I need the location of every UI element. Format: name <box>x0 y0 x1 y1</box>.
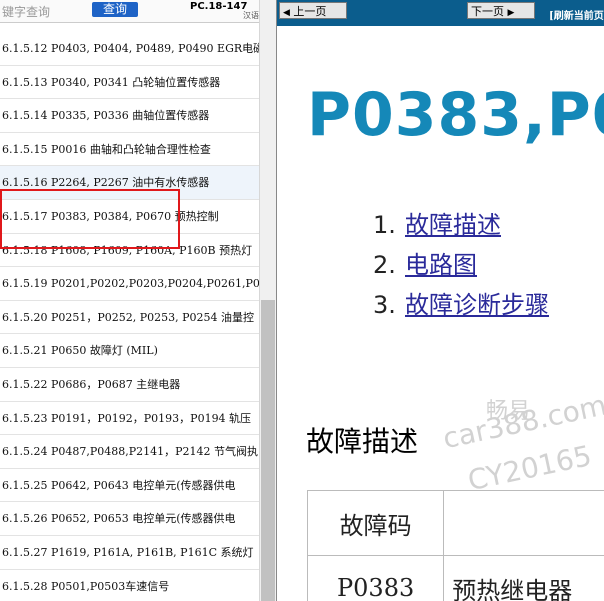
next-page-button[interactable]: 下一页 ▶ <box>467 2 535 19</box>
toc-number: 3. <box>373 291 396 319</box>
toc-item: 3. 故障诊断步骤 <box>373 285 549 325</box>
page-code-sub: 汉语 <box>243 11 259 20</box>
list-item[interactable]: 6.1.5.28 P0501,P0503车速信号 <box>0 570 259 601</box>
toc-link-diagnostic-steps[interactable]: 故障诊断步骤 <box>405 291 549 319</box>
dtc-table: 故障码 P0383 预热继电器 <box>306 490 604 601</box>
scrollbar[interactable] <box>259 0 277 601</box>
list-item[interactable]: 6.1.5.27 P1619, P161A, P161B, P161C 系统灯 <box>0 536 259 570</box>
search-button[interactable]: 查询 <box>92 2 138 17</box>
prev-page-label: 上一页 <box>293 5 327 18</box>
list-item[interactable]: 6.1.5.26 P0652, P0653 电控单元(传感器供电 <box>0 502 259 536</box>
highlight-box <box>0 189 180 249</box>
doc-toc: 1. 故障描述 2. 电路图 3. 故障诊断步骤 <box>373 205 549 325</box>
section-title: 故障描述 <box>306 425 419 458</box>
list-item[interactable]: 6.1.5.15 P0016 曲轴和凸轮轴合理性检查 <box>0 133 259 167</box>
left-pane: 键字查询 查询 PC.18-147 汉语 6.1.5.12 P0403, P04… <box>0 0 259 601</box>
table-cell: P0383 <box>306 555 445 601</box>
list-item[interactable]: 6.1.5.12 P0403, P0404, P0489, P0490 EGR电… <box>0 32 259 66</box>
toc-link-fault-description[interactable]: 故障描述 <box>405 211 501 239</box>
toc-link-circuit-diagram[interactable]: 电路图 <box>405 251 477 279</box>
arrow-right-icon: ▶ <box>507 8 515 18</box>
document-pane: ◀ 上一页 下一页 ▶ [刷新当前页] P0383,P03 1. 故障描述 2. 电… <box>276 0 604 601</box>
list-item[interactable]: 6.1.5.13 P0340, P0341 凸轮轴位置传感器 <box>0 66 259 100</box>
toc-item: 1. 故障描述 <box>373 205 549 245</box>
page-title: P0383,P03 <box>307 80 604 150</box>
scroll-thumb[interactable] <box>261 300 275 601</box>
list-item[interactable]: 6.1.5.14 P0335, P0336 曲轴位置传感器 <box>0 99 259 133</box>
nav-bar: ◀ 上一页 下一页 ▶ [刷新当前页] <box>277 0 604 26</box>
page-code: PC.18-147 <box>190 1 248 12</box>
search-bar: 键字查询 查询 PC.18-147 汉语 <box>0 0 259 23</box>
refresh-link[interactable]: [刷新当前页] <box>549 7 604 22</box>
toc-number: 1. <box>373 211 396 239</box>
next-page-label: 下一页 <box>471 5 504 18</box>
toc-number: 2. <box>373 251 396 279</box>
toc-list: 6.1.5.12 P0403, P0404, P0489, P0490 EGR电… <box>0 32 259 601</box>
list-item[interactable]: 6.1.5.23 P0191，P0192，P0193，P0194 轨压 <box>0 402 259 436</box>
table-header-cell <box>443 490 604 556</box>
toc-item: 2. 电路图 <box>373 245 549 285</box>
list-item[interactable]: 6.1.5.24 P0487,P0488,P2141，P2142 节气阀执 <box>0 435 259 469</box>
search-input[interactable]: 键字查询 <box>2 3 50 20</box>
arrow-left-icon: ◀ <box>283 8 290 18</box>
table-row: P0383 预热继电器 <box>306 555 604 601</box>
list-item[interactable]: 6.1.5.19 P0201,P0202,P0203,P0204,P0261,P… <box>0 267 259 301</box>
prev-page-button[interactable]: ◀ 上一页 <box>279 2 347 19</box>
table-header-row: 故障码 <box>306 490 604 556</box>
list-item[interactable]: 6.1.5.25 P0642, P0643 电控单元(传感器供电 <box>0 469 259 503</box>
list-item[interactable]: 6.1.5.20 P0251，P0252, P0253, P0254 油量控 <box>0 301 259 335</box>
table-cell: 预热继电器 <box>443 555 604 601</box>
table-header-cell: 故障码 <box>306 490 445 556</box>
list-item[interactable]: 6.1.5.22 P0686，P0687 主继电器 <box>0 368 259 402</box>
list-item[interactable]: 6.1.5.21 P0650 故障灯 (MIL) <box>0 334 259 368</box>
